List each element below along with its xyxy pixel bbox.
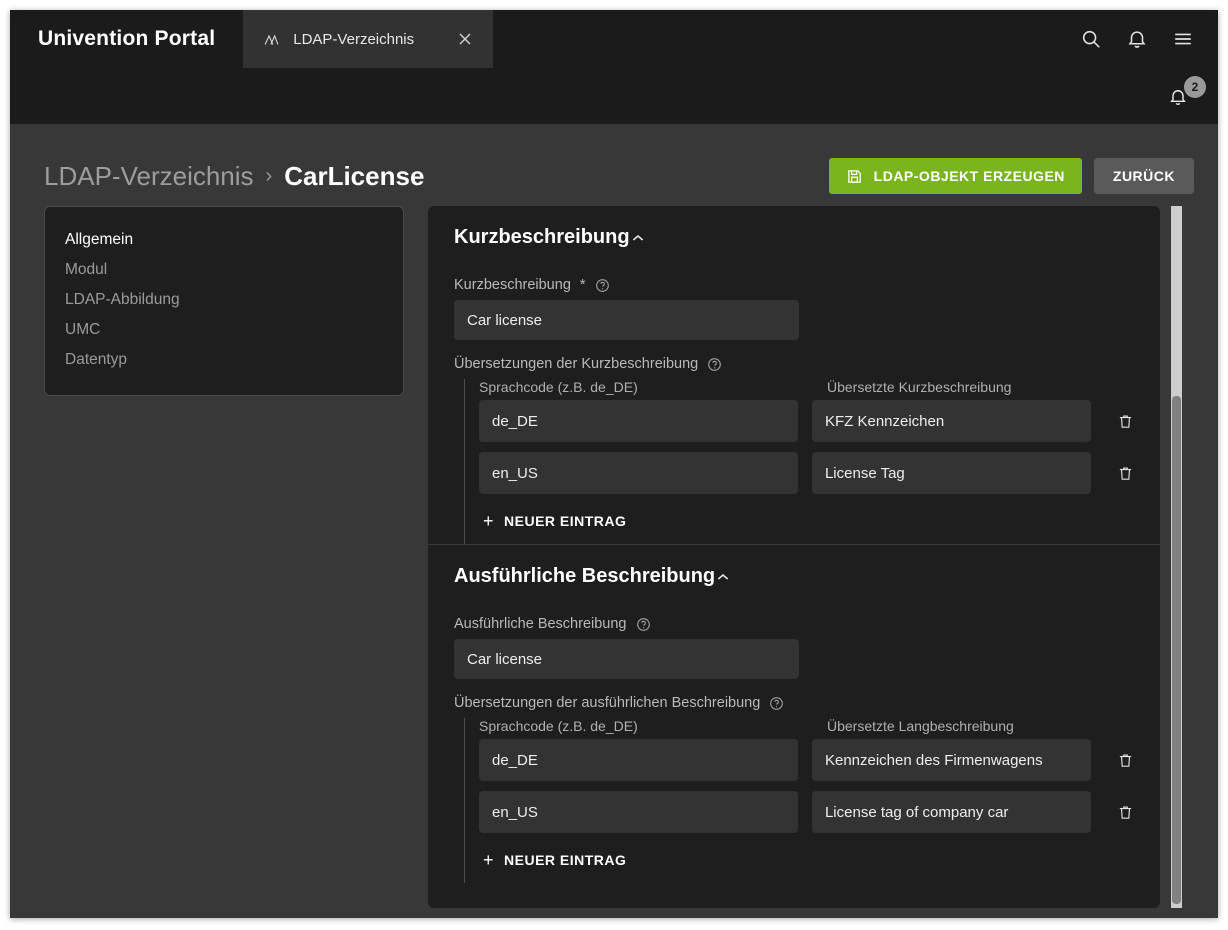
- vertical-scrollbar-track[interactable]: [1171, 206, 1182, 908]
- add-entry-label: NEUER EINTRAG: [504, 852, 627, 868]
- field-label-kurzbeschreibung: Kurzbeschreibung *: [454, 277, 1134, 293]
- trash-icon[interactable]: [1105, 803, 1134, 822]
- kurzbeschreibung-input[interactable]: [454, 300, 799, 340]
- help-circle-icon[interactable]: [636, 617, 651, 632]
- tab-ldap-verzeichnis[interactable]: LDAP-Verzeichnis: [243, 10, 494, 68]
- translations-group-kurz: Sprachcode (z.B. de_DE) Übersetzte Kurzb…: [464, 379, 1134, 544]
- translations-column-headers: Sprachcode (z.B. de_DE) Übersetzte Kurzb…: [479, 379, 1134, 395]
- language-code-input[interactable]: [479, 791, 798, 833]
- add-entry-label: NEUER EINTRAG: [504, 513, 627, 529]
- app-brand-title: Univention Portal: [10, 10, 244, 68]
- translations-column-headers: Sprachcode (z.B. de_DE) Übersetzte Langb…: [479, 718, 1134, 734]
- breadcrumb-parent[interactable]: LDAP-Verzeichnis: [44, 161, 254, 192]
- page-body: LDAP-Verzeichnis › CarLicense LDAP-OBJEK…: [10, 124, 1218, 918]
- trash-icon[interactable]: [1105, 412, 1134, 431]
- card-kurzbeschreibung: Kurzbeschreibung Kurzbeschreibung * Car …: [428, 206, 1160, 544]
- translations-group-lang: Sprachcode (z.B. de_DE) Übersetzte Langb…: [464, 718, 1134, 883]
- notification-button[interactable]: 2: [1168, 76, 1206, 109]
- translation-input[interactable]: [811, 739, 1091, 781]
- field-label-ausfuehrliche-beschreibung: Ausführliche Beschreibung: [454, 616, 1134, 632]
- card-header-kurzbeschreibung[interactable]: Kurzbeschreibung: [454, 206, 1134, 261]
- language-code-input[interactable]: [479, 739, 798, 781]
- language-code-input[interactable]: [479, 452, 798, 494]
- form-cards-region: Kurzbeschreibung Kurzbeschreibung * Car …: [428, 206, 1194, 908]
- group-label-uebersetzungen-kurz: Übersetzungen der Kurzbeschreibung: [454, 356, 1134, 372]
- tab-label: LDAP-Verzeichnis: [293, 30, 415, 48]
- group-label-text: Übersetzungen der ausführlichen Beschrei…: [454, 695, 761, 711]
- notification-bar: 2: [10, 68, 1218, 124]
- group-label-uebersetzungen-lang: Übersetzungen der ausführlichen Beschrei…: [454, 695, 1134, 711]
- notification-bell-icon[interactable]: [1126, 28, 1148, 50]
- table-row: [479, 400, 1134, 442]
- form-cards-scroll: Kurzbeschreibung Kurzbeschreibung * Car …: [428, 206, 1160, 908]
- card-title: Ausführliche Beschreibung: [454, 565, 716, 587]
- search-icon[interactable]: [1080, 28, 1102, 50]
- sidebar-item-allgemein[interactable]: Allgemein: [45, 225, 403, 255]
- back-button[interactable]: ZURÜCK: [1093, 158, 1194, 194]
- trash-icon[interactable]: [1105, 464, 1134, 483]
- help-circle-icon[interactable]: [707, 357, 722, 372]
- back-button-label: ZURÜCK: [1112, 168, 1175, 184]
- ausfuehrliche-beschreibung-input[interactable]: [454, 639, 799, 679]
- card-ausfuehrliche-beschreibung: Ausführliche Beschreibung Ausführliche B…: [428, 544, 1160, 883]
- table-row: [479, 452, 1134, 494]
- breadcrumb-separator-icon: ›: [265, 164, 273, 187]
- save-disk-icon: [846, 168, 863, 185]
- help-circle-icon[interactable]: [769, 696, 784, 711]
- help-circle-icon[interactable]: [595, 278, 610, 293]
- add-entry-button[interactable]: + NEUER EINTRAG: [479, 843, 630, 883]
- page-title: CarLicense: [284, 160, 425, 191]
- plus-icon: +: [483, 850, 495, 870]
- page-actions: LDAP-OBJEKT ERZEUGEN ZURÜCK: [828, 158, 1194, 194]
- app-window: Univention Portal LDAP-Verzeichnis 2 LDA…: [10, 10, 1218, 918]
- chevron-up-icon[interactable]: [715, 569, 731, 585]
- add-entry-button[interactable]: + NEUER EINTRAG: [479, 504, 630, 544]
- card-header-ausfuehrliche-beschreibung[interactable]: Ausführliche Beschreibung: [454, 545, 1134, 600]
- hamburger-menu-icon[interactable]: [1172, 28, 1194, 50]
- column-header-sprachcode: Sprachcode (z.B. de_DE): [479, 718, 638, 734]
- table-row: [479, 739, 1134, 781]
- plus-icon: +: [483, 511, 495, 531]
- vertical-scrollbar-thumb[interactable]: [1172, 396, 1181, 904]
- language-code-input[interactable]: [479, 400, 798, 442]
- trash-icon[interactable]: [1105, 751, 1134, 770]
- field-label-text: Ausführliche Beschreibung: [454, 616, 627, 632]
- breadcrumb-row: LDAP-Verzeichnis › CarLicense LDAP-OBJEK…: [10, 124, 1218, 206]
- create-ldap-object-button[interactable]: LDAP-OBJEKT ERZEUGEN: [828, 158, 1082, 194]
- create-ldap-object-label: LDAP-OBJEKT ERZEUGEN: [873, 168, 1065, 184]
- chevron-up-icon[interactable]: [630, 230, 646, 246]
- field-label-text: Kurzbeschreibung: [454, 277, 571, 293]
- translation-input[interactable]: [811, 791, 1091, 833]
- sidebar-item-datentyp[interactable]: Datentyp: [45, 345, 403, 375]
- column-header-sprachcode: Sprachcode (z.B. de_DE): [479, 379, 638, 395]
- section-nav-sidebar: Allgemein Modul LDAP-Abbildung UMC Daten…: [44, 206, 404, 396]
- notification-count-badge: 2: [1184, 76, 1206, 98]
- close-icon[interactable]: [455, 29, 475, 49]
- sidebar-item-ldap-abbildung[interactable]: LDAP-Abbildung: [45, 285, 403, 315]
- univention-logo-icon: [263, 31, 280, 48]
- sidebar-item-modul[interactable]: Modul: [45, 255, 403, 285]
- column-header-translation: Übersetzte Langbeschreibung: [827, 718, 1014, 734]
- required-marker: *: [579, 277, 586, 293]
- card-title: Kurzbeschreibung: [454, 226, 630, 248]
- sidebar-item-umc[interactable]: UMC: [45, 315, 403, 345]
- table-row: [479, 791, 1134, 833]
- column-header-translation: Übersetzte Kurzbeschreibung: [827, 379, 1012, 395]
- top-bar-actions: [1080, 10, 1218, 68]
- translation-input[interactable]: [811, 452, 1091, 494]
- group-label-text: Übersetzungen der Kurzbeschreibung: [454, 356, 699, 372]
- content-area: Allgemein Modul LDAP-Abbildung UMC Daten…: [10, 206, 1218, 918]
- top-bar: Univention Portal LDAP-Verzeichnis: [10, 10, 1218, 68]
- translation-input[interactable]: [811, 400, 1091, 442]
